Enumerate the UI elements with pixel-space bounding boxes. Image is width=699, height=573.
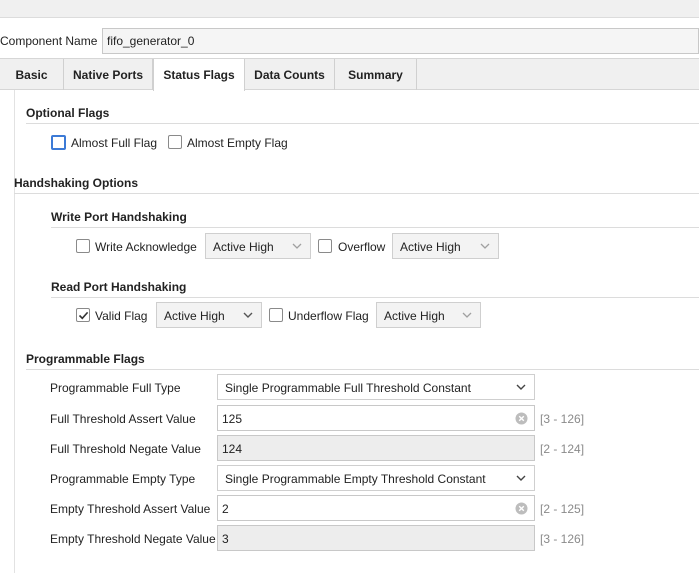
write-ack-label: Write Acknowledge: [95, 240, 197, 254]
optional-flags-title: Optional Flags: [26, 106, 110, 120]
empty-negate-value: 3: [222, 532, 229, 546]
overflow-polarity-value: Active High: [400, 240, 461, 254]
empty-assert-input[interactable]: 2: [217, 495, 535, 521]
divider: [51, 227, 699, 228]
full-negate-label: Full Threshold Negate Value: [50, 442, 201, 456]
overflow-polarity-select[interactable]: Active High: [392, 233, 499, 259]
empty-type-value: Single Programmable Empty Threshold Cons…: [225, 472, 486, 486]
handshaking-title: Handshaking Options: [14, 176, 139, 190]
almost-full-checkbox[interactable]: [51, 135, 66, 150]
empty-negate-input: 3: [217, 525, 535, 551]
divider: [26, 369, 699, 370]
chevron-down-icon: [480, 243, 490, 249]
empty-negate-range: [3 - 126]: [540, 532, 585, 546]
empty-type-select[interactable]: Single Programmable Empty Threshold Cons…: [217, 465, 535, 491]
overflow-checkbox[interactable]: [318, 239, 332, 253]
write-handshaking-title: Write Port Handshaking: [51, 210, 187, 224]
underflow-polarity-select[interactable]: Active High: [376, 302, 481, 328]
full-assert-label: Full Threshold Assert Value: [50, 412, 196, 426]
overflow-label: Overflow: [338, 240, 386, 254]
divider: [14, 193, 699, 194]
full-negate-input: 124: [217, 435, 535, 461]
valid-flag-polarity-select[interactable]: Active High: [156, 302, 262, 328]
chevron-down-icon: [462, 312, 472, 318]
chevron-down-icon: [243, 312, 253, 318]
divider: [51, 297, 699, 298]
read-handshaking-title: Read Port Handshaking: [51, 280, 187, 294]
almost-full-label: Almost Full Flag: [71, 136, 158, 150]
full-assert-input[interactable]: 125: [217, 405, 535, 431]
valid-flag-polarity-value: Active High: [164, 309, 225, 323]
full-assert-value: 125: [222, 412, 243, 426]
empty-type-label: Programmable Empty Type: [50, 472, 196, 486]
empty-assert-label: Empty Threshold Assert Value: [50, 502, 211, 516]
full-negate-value: 124: [222, 442, 243, 456]
valid-flag-label: Valid Flag: [95, 309, 148, 323]
write-ack-polarity-value: Active High: [213, 240, 274, 254]
full-assert-range: [3 - 126]: [540, 412, 585, 426]
status-flags-panel: Optional Flags Almost Full Flag Almost E…: [0, 0, 699, 573]
empty-negate-label: Empty Threshold Negate Value: [50, 532, 216, 546]
underflow-checkbox[interactable]: [269, 308, 283, 322]
write-ack-checkbox[interactable]: [76, 239, 90, 253]
full-negate-range: [2 - 124]: [540, 442, 585, 456]
divider: [26, 123, 699, 124]
full-type-value: Single Programmable Full Threshold Const…: [225, 381, 471, 395]
almost-empty-label: Almost Empty Flag: [187, 136, 288, 150]
valid-flag-checkbox[interactable]: [76, 308, 90, 322]
programmable-flags-title: Programmable Flags: [26, 352, 145, 366]
clear-input-icon[interactable]: [515, 502, 528, 515]
full-type-label: Programmable Full Type: [50, 381, 181, 395]
chevron-down-icon: [292, 243, 302, 249]
empty-assert-range: [2 - 125]: [540, 502, 585, 516]
checkmark-icon: [78, 311, 89, 320]
underflow-label: Underflow Flag: [288, 309, 369, 323]
almost-empty-checkbox[interactable]: [168, 135, 182, 149]
chevron-down-icon: [516, 384, 526, 390]
chevron-down-icon: [516, 475, 526, 481]
write-ack-polarity-select[interactable]: Active High: [205, 233, 311, 259]
clear-input-icon[interactable]: [515, 412, 528, 425]
empty-assert-value: 2: [222, 502, 229, 516]
full-type-select[interactable]: Single Programmable Full Threshold Const…: [217, 374, 535, 400]
underflow-polarity-value: Active High: [384, 309, 445, 323]
